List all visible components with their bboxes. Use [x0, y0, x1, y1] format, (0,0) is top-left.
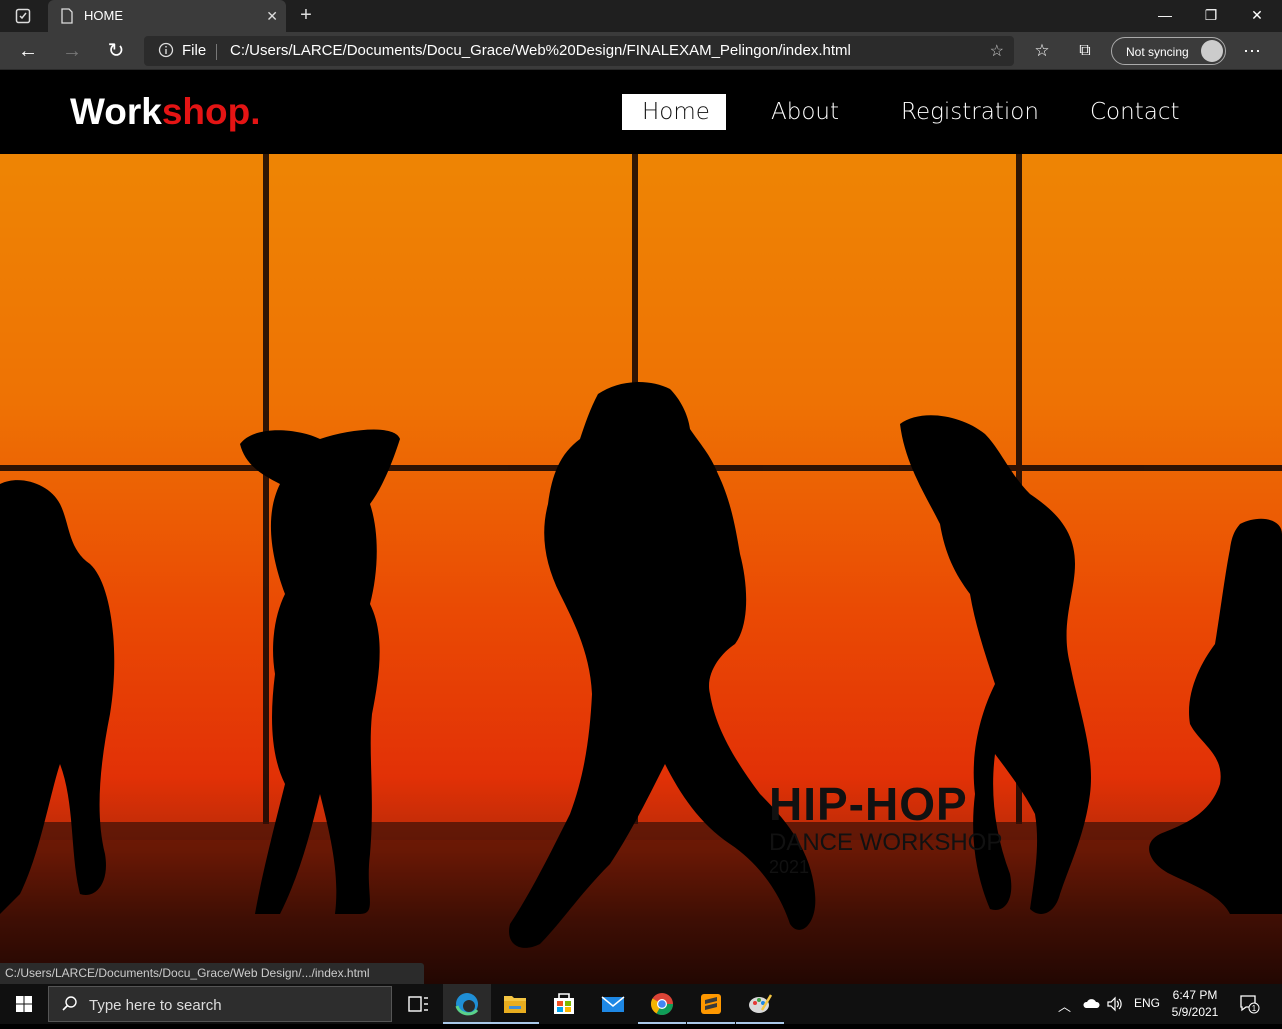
show-hidden-icons-icon[interactable]: ︿: [1058, 996, 1071, 1015]
scheme-label: File: [182, 42, 207, 59]
clock-time: 6:47 PM: [1172, 988, 1218, 1002]
start-button[interactable]: [0, 984, 48, 1024]
tab-title: HOME: [84, 8, 123, 23]
mail-icon[interactable]: [589, 984, 637, 1024]
refresh-button[interactable]: ↻: [102, 38, 130, 64]
hero-subtitle: DANCE WORKSHOP: [769, 829, 1003, 856]
restore-button[interactable]: ❐: [1188, 4, 1234, 28]
volume-icon[interactable]: [1106, 996, 1124, 1015]
back-button[interactable]: ←: [14, 38, 42, 64]
avatar-icon: [1201, 40, 1223, 62]
tab-actions-icon: [15, 8, 31, 24]
tab-actions-button[interactable]: [8, 5, 38, 27]
taskbar-search-box[interactable]: Type here to search: [48, 986, 392, 1022]
microsoft-store-icon[interactable]: [540, 984, 588, 1024]
sync-label: Not syncing: [1126, 45, 1189, 59]
web-page: Workshop. Home About Registration Contac…: [0, 71, 1282, 984]
minimize-button[interactable]: —: [1142, 4, 1188, 28]
logo-text-shop: shop.: [161, 91, 261, 132]
forward-button[interactable]: →: [58, 38, 86, 64]
url-text[interactable]: C:/Users/LARCE/Documents/Docu_Grace/Web%…: [230, 42, 851, 59]
chrome-icon[interactable]: [638, 984, 686, 1024]
tab-strip: HOME ✕ + — ❐ ✕: [0, 0, 1282, 32]
browser-toolbar: ← → ↻ File C:/Users/LARCE/Documents/Docu…: [0, 32, 1282, 70]
nav-about[interactable]: About: [751, 94, 859, 130]
system-clock[interactable]: 6:47 PM 5/9/2021: [1162, 987, 1228, 1021]
logo-text-work: Work: [70, 91, 162, 132]
notification-count: 1: [1252, 1004, 1257, 1013]
hero-text: HIP-HOP DANCE WORKSHOP 2021: [769, 778, 1002, 878]
hero-banner: HIP-HOP DANCE WORKSHOP 2021: [0, 154, 1282, 984]
info-icon[interactable]: [158, 42, 174, 63]
windows-taskbar: Type here to search ︿ ENG 6:47 PM 5/9/20…: [0, 984, 1282, 1024]
favorites-icon[interactable]: ☆: [1028, 38, 1056, 64]
hero-year: 2021: [769, 857, 810, 877]
paint-icon[interactable]: [736, 984, 784, 1024]
edge-icon[interactable]: [443, 984, 491, 1024]
hero-title: HIP-HOP: [769, 778, 968, 830]
site-logo[interactable]: Workshop.: [70, 91, 261, 133]
site-header: Workshop. Home About Registration Contac…: [0, 71, 1282, 154]
status-url-bubble: C:/Users/LARCE/Documents/Docu_Grace/Web …: [0, 963, 424, 984]
page-icon: [60, 8, 74, 29]
address-bar[interactable]: File C:/Users/LARCE/Documents/Docu_Grace…: [144, 36, 1014, 66]
close-window-button[interactable]: ✕: [1234, 4, 1280, 28]
profile-sync-button[interactable]: Not syncing: [1111, 37, 1226, 65]
browser-tab[interactable]: HOME ✕: [48, 0, 286, 32]
file-explorer-icon[interactable]: [491, 984, 539, 1024]
notifications-icon[interactable]: 1: [1238, 993, 1260, 1018]
windows-logo-icon: [16, 996, 32, 1012]
dancers-silhouette-image: [0, 154, 1282, 984]
more-menu-icon[interactable]: ⋯: [1238, 38, 1266, 64]
close-tab-icon[interactable]: ✕: [266, 8, 278, 25]
search-placeholder: Type here to search: [89, 997, 222, 1014]
nav-home[interactable]: Home: [622, 94, 726, 130]
search-icon: [61, 995, 79, 1018]
collections-icon[interactable]: ⧉: [1071, 38, 1099, 64]
clock-date: 5/9/2021: [1171, 1005, 1219, 1019]
sublime-text-icon[interactable]: [687, 984, 735, 1024]
nav-registration[interactable]: Registration: [881, 94, 1059, 130]
nav-contact[interactable]: Contact: [1070, 94, 1199, 130]
add-favorite-icon[interactable]: ☆: [990, 41, 1004, 61]
task-view-icon[interactable]: [394, 984, 442, 1024]
onedrive-icon[interactable]: [1082, 996, 1100, 1013]
input-language[interactable]: ENG: [1134, 996, 1160, 1010]
divider: [216, 44, 217, 60]
new-tab-button[interactable]: +: [294, 4, 318, 28]
